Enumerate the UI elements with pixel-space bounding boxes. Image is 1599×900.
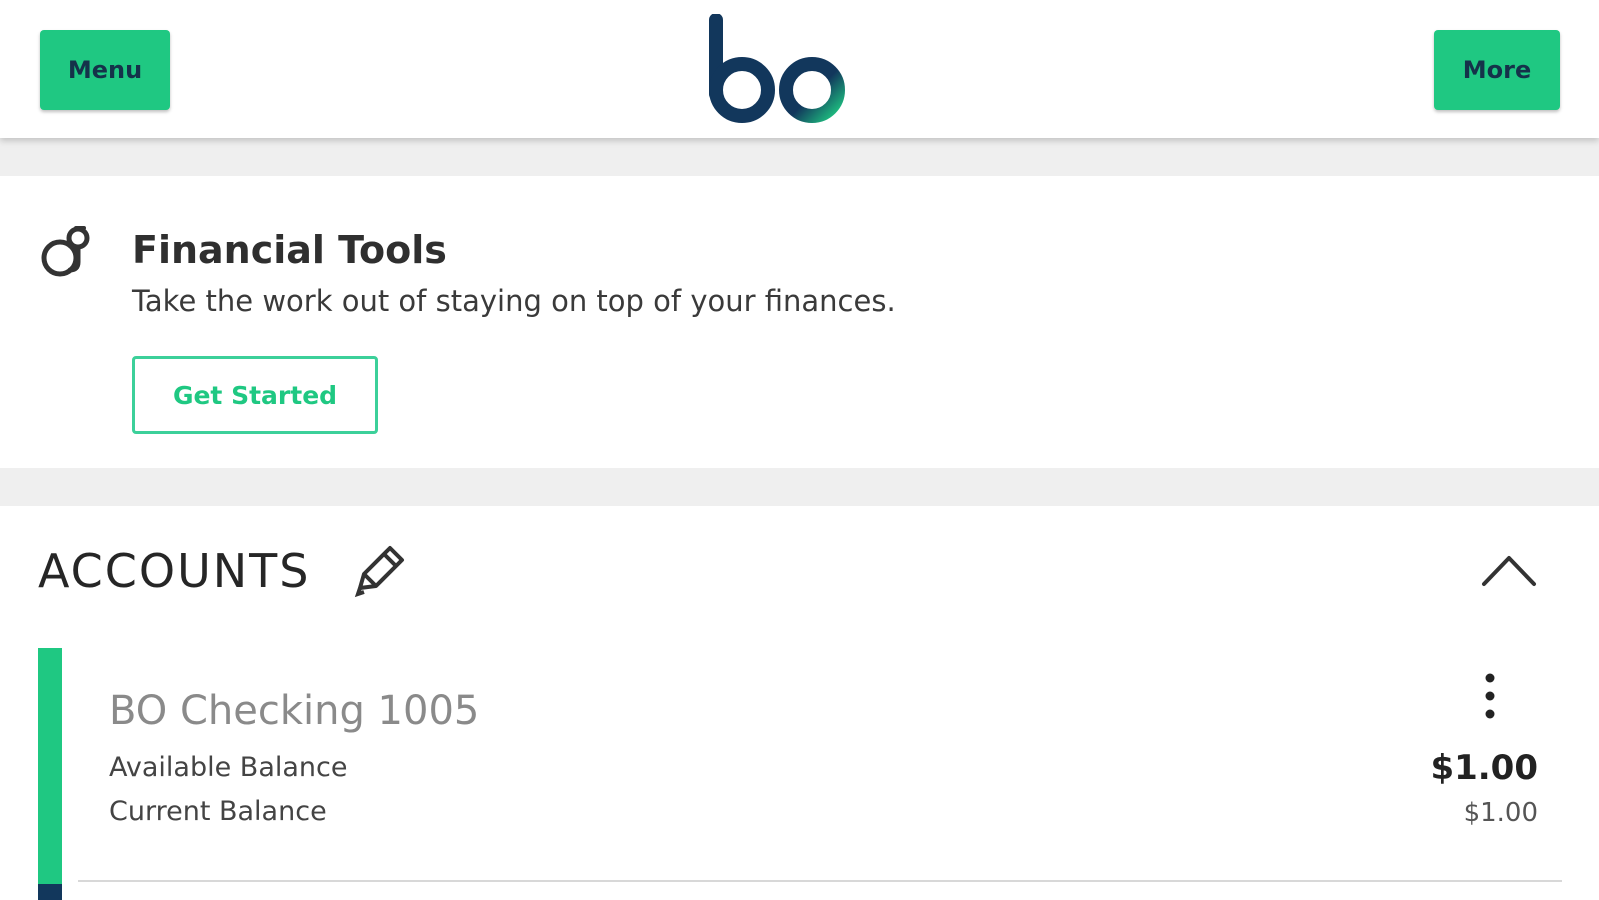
menu-button[interactable]: Menu (40, 30, 170, 110)
accounts-section: ACCOUNTS BO Checking 1005 Available Bala… (0, 506, 1599, 900)
kebab-menu-icon[interactable] (1470, 668, 1510, 732)
accounts-title: ACCOUNTS (38, 544, 311, 598)
account-name[interactable]: BO Checking 1005 (109, 688, 479, 734)
get-started-button[interactable]: Get Started (132, 356, 378, 434)
top-header: Menu More (0, 0, 1599, 138)
current-balance-value: $1.00 (1463, 798, 1538, 828)
pencil-icon[interactable] (350, 544, 406, 600)
more-button[interactable]: More (1434, 30, 1560, 110)
available-balance-label: Available Balance (109, 752, 348, 783)
financial-tools-title: Financial Tools (132, 228, 447, 272)
bo-logo[interactable] (706, 14, 856, 128)
financial-tools-description: Take the work out of staying on top of y… (132, 284, 896, 318)
available-balance-value: $1.00 (1430, 748, 1538, 788)
piggy-bank-icon (41, 226, 90, 277)
chevron-up-icon[interactable] (1480, 550, 1538, 590)
current-balance-label: Current Balance (109, 796, 327, 827)
account-accent-bar (38, 648, 62, 884)
financial-tools-card: Financial Tools Take the work out of sta… (0, 176, 1599, 468)
next-account-accent-bar (38, 884, 62, 900)
account-row[interactable]: BO Checking 1005 Available Balance Curre… (38, 648, 1562, 900)
account-divider (78, 880, 1562, 882)
